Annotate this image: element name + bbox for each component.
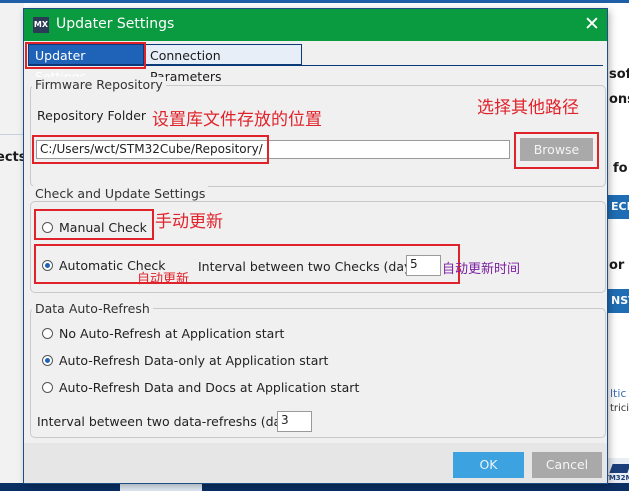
auto-refresh-data-docs-label[interactable]: Auto-Refresh Data and Docs at Applicatio… bbox=[59, 380, 359, 395]
background-right-button-2[interactable]: NST bbox=[607, 289, 629, 313]
check-update-legend: Check and Update Settings bbox=[32, 186, 209, 201]
highlight-folder-box bbox=[32, 135, 269, 164]
background-right-small-text: trici bbox=[610, 403, 629, 414]
auto-refresh-data-docs-radio[interactable] bbox=[42, 382, 53, 393]
background-top-stripe bbox=[0, 0, 629, 3]
refresh-interval-label: Interval between two data-refreshs (days… bbox=[37, 414, 300, 429]
background-bottom-gap bbox=[120, 483, 202, 491]
auto-refresh-data-only-radio[interactable] bbox=[42, 355, 53, 366]
background-right-button-1[interactable]: ECK bbox=[607, 195, 629, 219]
dialog-titlebar[interactable]: MX Updater Settings ✕ bbox=[24, 9, 607, 41]
annotation-manual-update: 手动更新 bbox=[155, 212, 223, 232]
dialog-title: Updater Settings bbox=[56, 16, 175, 32]
auto-refresh-legend: Data Auto-Refresh bbox=[32, 301, 153, 316]
highlight-browse-box bbox=[514, 132, 599, 169]
ok-button[interactable]: OK bbox=[453, 452, 524, 478]
tab-connection-parameters[interactable]: Connection Parameters bbox=[144, 44, 302, 84]
no-auto-refresh-radio[interactable] bbox=[42, 328, 53, 339]
highlight-automatic-box bbox=[34, 244, 460, 284]
annotation-auto-update: 自动更新 bbox=[137, 272, 190, 287]
background-right-text-4: or bbox=[609, 258, 625, 273]
highlight-manual-box bbox=[34, 209, 154, 240]
updater-settings-dialog: MX Updater Settings ✕ Updater Settings C… bbox=[24, 9, 607, 483]
auto-refresh-data-only-label[interactable]: Auto-Refresh Data-only at Application st… bbox=[59, 353, 328, 368]
firmware-repository-legend: Firmware Repository bbox=[32, 77, 166, 92]
background-bottom-band bbox=[0, 483, 629, 491]
highlight-tab-box bbox=[25, 42, 146, 69]
background-left-panel bbox=[0, 3, 24, 491]
background-left-divider bbox=[0, 134, 24, 135]
background-right-text-3: fo bbox=[613, 161, 628, 176]
background-right-link-1[interactable]: ltic bbox=[610, 387, 626, 400]
annotation-set-location: 设置库文件存放的位置 bbox=[152, 110, 322, 130]
no-auto-refresh-label[interactable]: No Auto-Refresh at Application start bbox=[59, 326, 284, 341]
background-logo-text: STM32MP bbox=[607, 474, 629, 482]
refresh-interval-input[interactable]: 3 bbox=[277, 411, 312, 432]
annotation-choose-path: 选择其他路径 bbox=[477, 98, 579, 118]
dialog-footer: OK Cancel bbox=[24, 443, 607, 483]
st-logo-icon bbox=[609, 464, 629, 473]
background-right-text-2: ons bbox=[609, 92, 629, 107]
background-logo: STM32MP bbox=[607, 458, 629, 483]
background-left-text: ects bbox=[0, 150, 27, 165]
repository-folder-label: Repository Folder bbox=[37, 108, 147, 123]
background-right-text-1: sof bbox=[609, 67, 629, 82]
close-icon[interactable]: ✕ bbox=[581, 13, 603, 35]
annotation-auto-update-time: 自动更新时间 bbox=[442, 262, 521, 277]
mx-app-icon: MX bbox=[33, 17, 49, 33]
cancel-button[interactable]: Cancel bbox=[532, 452, 602, 478]
